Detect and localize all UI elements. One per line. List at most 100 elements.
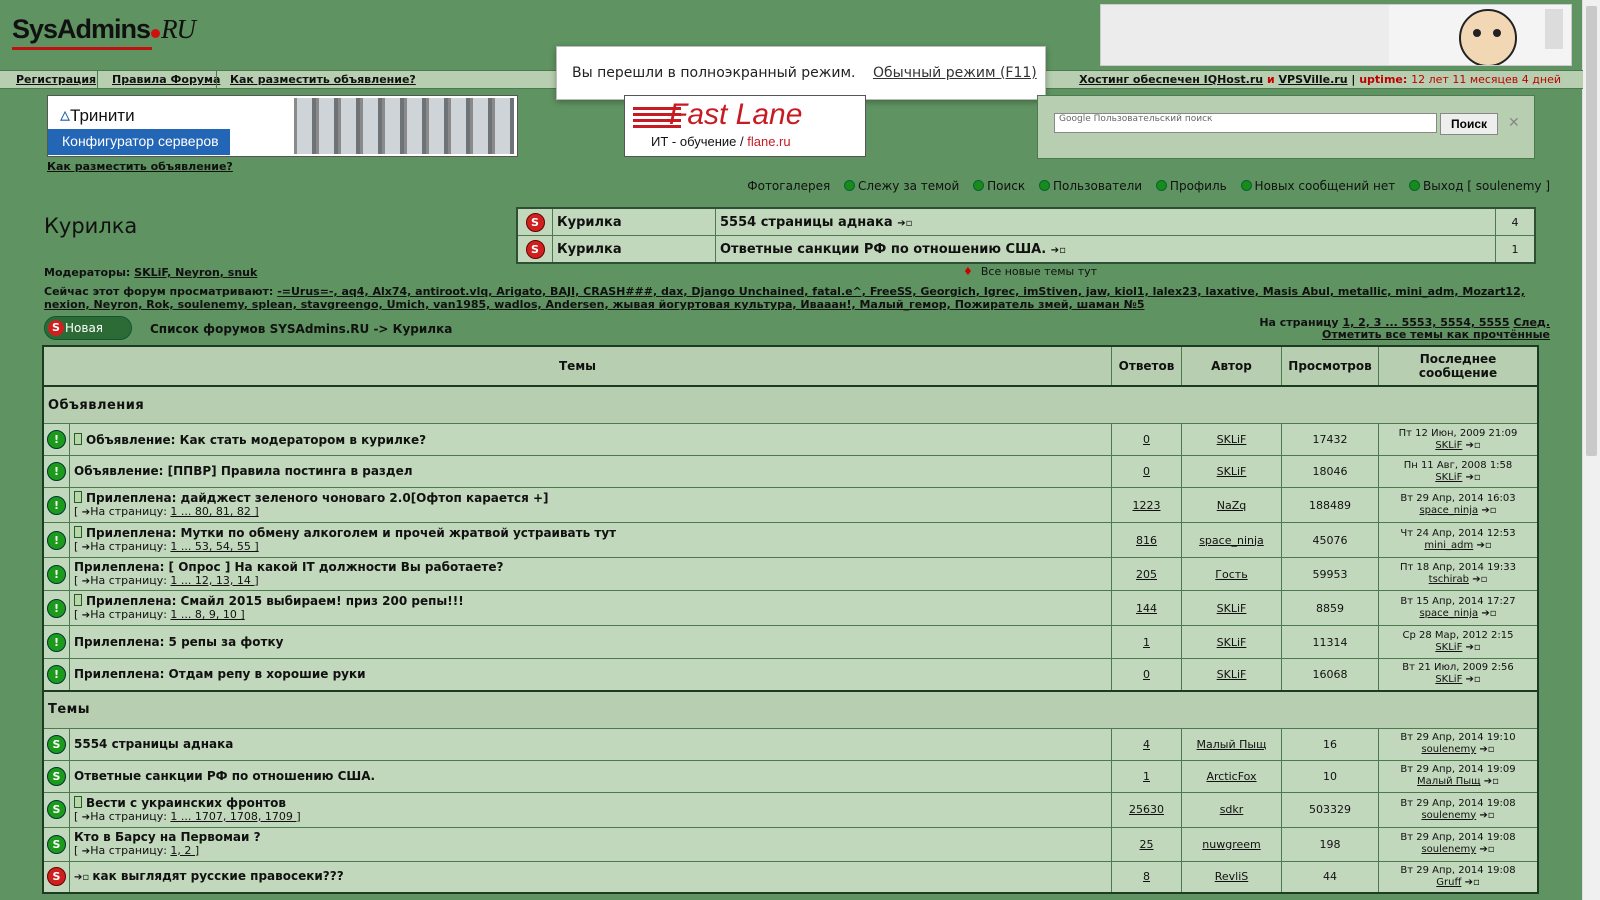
nav-register-link[interactable]: Регистрация [16, 73, 96, 86]
topic-title-link[interactable]: Ответные санкции РФ по отношению США. [74, 769, 375, 783]
replies-link[interactable]: 25 [1140, 838, 1154, 851]
topic-page-links[interactable]: 1 ... 8, 9, 10 ] [170, 608, 244, 621]
topic-title-link[interactable]: как выглядят русские правосеки??? [92, 869, 343, 883]
author-link[interactable]: SKLiF [1217, 602, 1247, 615]
fastlane-banner-ad[interactable]: Fast Lane ИТ - обучение / flane.ru [624, 95, 866, 157]
last-post-user[interactable]: soulenemy [1421, 844, 1476, 855]
last-post-user[interactable]: Gruff [1436, 877, 1461, 888]
author-link[interactable]: SKLiF [1217, 636, 1247, 649]
breadcrumb[interactable]: Список форумов SYSAdmins.RU -> Курилка [150, 322, 452, 336]
scrollbar-thumb[interactable] [1586, 6, 1597, 456]
topic-title-link[interactable]: Прилеплена: Мутки по обмену алкоголем и … [86, 526, 616, 540]
topic-page-links[interactable]: 1 ... 12, 13, 14 ] [170, 574, 258, 587]
last-post-user[interactable]: mini_adm [1424, 540, 1473, 551]
author-link[interactable]: SKLiF [1217, 668, 1247, 681]
last-post-user[interactable]: soulenemy [1421, 810, 1476, 821]
top-banner-ad[interactable] [1100, 4, 1572, 66]
goto-last-post-icon[interactable]: ➔▫ [1466, 674, 1481, 685]
goto-last-post-icon[interactable]: ➔▫ [1466, 472, 1481, 483]
last-post-user[interactable]: space_ninja [1419, 505, 1478, 516]
replies-link[interactable]: 4 [1143, 738, 1150, 751]
menu-profile[interactable]: Профиль [1155, 179, 1227, 193]
author-link[interactable]: nuwgreem [1202, 838, 1260, 851]
site-logo[interactable]: SysAdmins RU [12, 14, 196, 45]
last-post-user[interactable]: SKLiF [1435, 472, 1462, 483]
replies-link[interactable]: 25630 [1129, 803, 1164, 816]
goto-last-icon[interactable]: ➔▫ [1051, 245, 1066, 256]
author-link[interactable]: NaZq [1217, 499, 1247, 512]
new-topic-forum[interactable]: Курилка [552, 207, 716, 236]
menu-search[interactable]: Поиск [973, 179, 1025, 193]
goto-last-post-icon[interactable]: ➔▫ [1481, 608, 1496, 619]
topic-title-link[interactable]: Вести с украинских фронтов [86, 796, 286, 810]
author-link[interactable]: space_ninja [1199, 534, 1264, 547]
author-link[interactable]: ArcticFox [1206, 770, 1256, 783]
topic-title-link[interactable]: Объявление: Как стать модератором в кури… [86, 433, 426, 447]
hosting-vps-link[interactable]: VPSVille.ru [1279, 73, 1348, 86]
goto-last-post-icon[interactable]: ➔▫ [1472, 574, 1487, 585]
author-link[interactable]: Малый Пыщ [1197, 738, 1267, 751]
moderators-list[interactable]: SKLiF, Neyron, snuk [134, 266, 257, 279]
hosting-iqhost-link[interactable]: Хостинг обеспечен IQHost.ru [1079, 73, 1263, 86]
last-post-user[interactable]: SKLiF [1435, 642, 1462, 653]
search-input[interactable]: Google Пользовательский поиск [1054, 113, 1437, 133]
last-post-user[interactable]: SKLiF [1435, 674, 1462, 685]
menu-photo-gallery[interactable]: Фотогалерея [747, 179, 830, 193]
replies-link[interactable]: 0 [1143, 668, 1150, 681]
topic-title-link[interactable]: Прилеплена: [ Опрос ] На какой IT должно… [74, 560, 503, 574]
author-link[interactable]: RevliS [1215, 870, 1249, 883]
topic-title-link[interactable]: Прилеплена: 5 репы за фотку [74, 635, 283, 649]
last-post-user[interactable]: space_ninja [1419, 608, 1478, 619]
menu-users[interactable]: Пользователи [1038, 179, 1142, 193]
last-post-user[interactable]: soulenemy [1421, 744, 1476, 755]
replies-link[interactable]: 0 [1143, 433, 1150, 446]
goto-last-post-icon[interactable]: ➔▫ [1476, 540, 1491, 551]
exit-fullscreen-link[interactable]: Обычный режим (F11) [873, 65, 1037, 81]
menu-messages[interactable]: Новых сообщений нет [1240, 179, 1395, 193]
topic-title-link[interactable]: Прилеплена: дайджест зеленого чоноваго 2… [86, 491, 549, 505]
topic-page-links[interactable]: 1 ... 53, 54, 55 ] [170, 540, 258, 553]
replies-link[interactable]: 1 [1143, 636, 1150, 649]
new-topic-link[interactable]: 5554 страницы аднака ➔▫ [715, 207, 1496, 236]
clear-search-icon[interactable]: ✕ [1508, 115, 1520, 131]
menu-watched-topics[interactable]: Слежу за темой [844, 179, 959, 193]
replies-link[interactable]: 8 [1143, 870, 1150, 883]
replies-link[interactable]: 0 [1143, 465, 1150, 478]
author-link[interactable]: SKLiF [1217, 465, 1247, 478]
topic-title-link[interactable]: 5554 страницы аднака [74, 737, 233, 751]
new-topic-link[interactable]: Ответные санкции РФ по отношению США. ➔▫ [715, 235, 1496, 264]
replies-link[interactable]: 205 [1136, 568, 1157, 581]
place-ad-link[interactable]: Как разместить объявление? [47, 160, 233, 173]
replies-link[interactable]: 1 [1143, 770, 1150, 783]
topic-page-links[interactable]: 1, 2 ] [170, 844, 199, 857]
nav-place-ad-link[interactable]: Как разместить объявление? [230, 73, 416, 86]
new-topic-forum[interactable]: Курилка [552, 235, 716, 264]
trinity-banner-ad[interactable]: ▵Тринити Конфигуратор серверов [47, 95, 518, 157]
topic-title-link[interactable]: Объявление: [ППВР] Правила постинга в ра… [74, 464, 413, 478]
topic-title-link[interactable]: Кто в Барсу на Первомаи ? [74, 830, 261, 844]
goto-last-post-icon[interactable]: ➔▫ [1466, 642, 1481, 653]
goto-last-icon[interactable]: ➔▫ [897, 218, 912, 229]
last-post-user[interactable]: Малый Пыщ [1417, 776, 1481, 787]
nav-rules-link[interactable]: Правила Форума [112, 73, 220, 86]
goto-last-post-icon[interactable]: ➔▫ [1481, 505, 1496, 516]
new-topic-button[interactable]: SНовая тема [44, 316, 132, 357]
author-link[interactable]: sdkr [1220, 803, 1244, 816]
author-link[interactable]: Гость [1215, 568, 1247, 581]
replies-link[interactable]: 1223 [1133, 499, 1161, 512]
menu-logout[interactable]: Выход [ soulenemy ] [1409, 179, 1550, 193]
replies-link[interactable]: 144 [1136, 602, 1157, 615]
goto-last-post-icon[interactable]: ➔▫ [1479, 844, 1494, 855]
topic-title-link[interactable]: Прилеплена: Смайл 2015 выбираем! приз 20… [86, 594, 464, 608]
last-post-user[interactable]: tschirab [1429, 574, 1469, 585]
goto-last-post-icon[interactable]: ➔▫ [1465, 877, 1480, 888]
author-link[interactable]: SKLiF [1217, 433, 1247, 446]
goto-last-post-icon[interactable]: ➔▫ [1466, 440, 1481, 451]
page-scrollbar[interactable] [1582, 0, 1600, 900]
goto-last-post-icon[interactable]: ➔▫ [1479, 744, 1494, 755]
mark-all-read-link[interactable]: Отметить все темы как прочтённые [1259, 329, 1550, 341]
search-button[interactable]: Поиск [1440, 113, 1498, 135]
replies-link[interactable]: 816 [1136, 534, 1157, 547]
topic-page-links[interactable]: 1 ... 1707, 1708, 1709 ] [170, 810, 300, 823]
all-new-topics[interactable]: ♦ Все новые темы тут [963, 265, 1097, 278]
